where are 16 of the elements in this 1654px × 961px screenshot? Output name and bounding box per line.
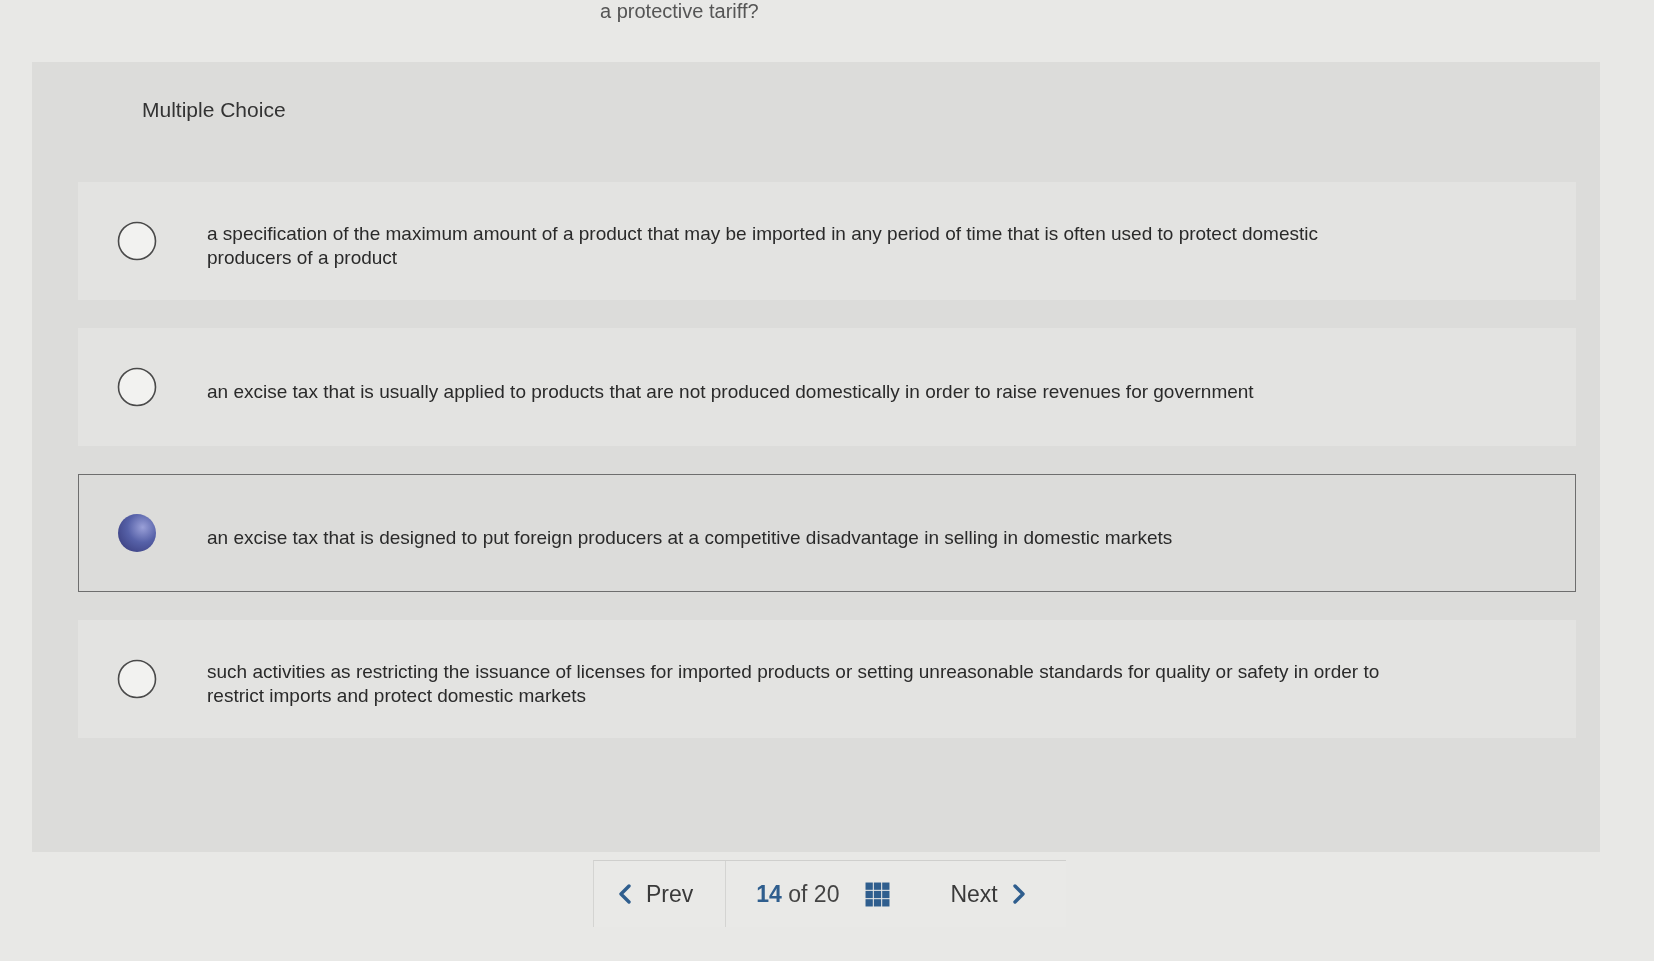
radio-button[interactable]	[117, 513, 157, 553]
radio-button[interactable]	[117, 221, 157, 261]
radio-button[interactable]	[117, 367, 157, 407]
option-text: such activities as restricting the issuance of licenses for imported products or setting unreasonable standards for quality or safety in order to restrict imports and protect domestic markets	[207, 660, 1381, 708]
next-button[interactable]: Next	[940, 874, 1036, 914]
section-title: Multiple Choice	[142, 98, 286, 122]
option-text: an excise tax that is designed to put foreign producers at a competitive disadvantage in selling in domestic markets	[207, 526, 1173, 550]
chevron-right-icon	[1011, 884, 1026, 904]
option-text: an excise tax that is usually applied to products that are not produced domestically in order to raise revenues for government	[207, 380, 1254, 404]
radio-button[interactable]	[117, 659, 157, 699]
grid-icon[interactable]	[865, 881, 891, 907]
question-text: a protective tariff?	[600, 0, 759, 22]
chevron-left-icon	[618, 884, 632, 904]
option-text: a specification of the maximum amount of a product that may be imported in any period of time that is often used to protect domestic producers of a product	[207, 222, 1320, 270]
page-counter: 14 of 20	[756, 880, 840, 908]
prev-button[interactable]: Prev	[608, 874, 704, 914]
